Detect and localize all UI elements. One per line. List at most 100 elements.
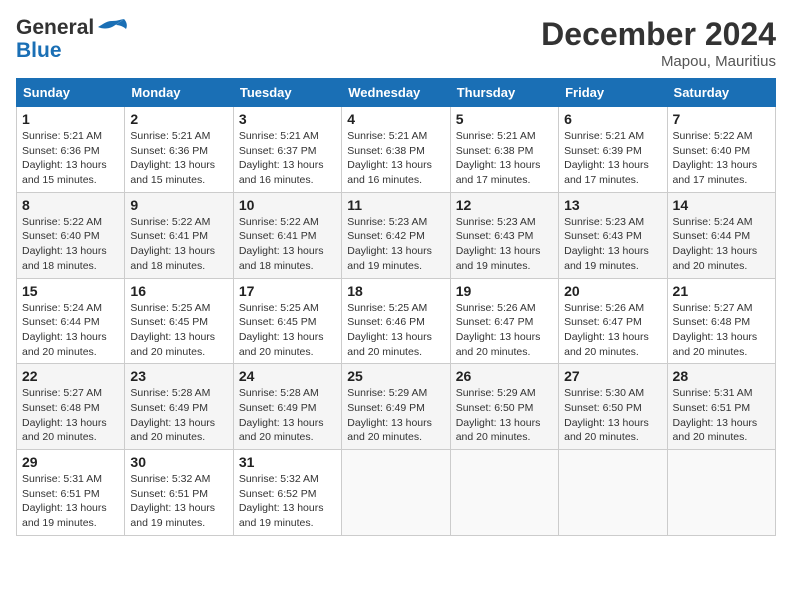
calendar-cell	[559, 450, 667, 536]
day-number: 18	[347, 283, 444, 299]
day-number: 13	[564, 197, 661, 213]
calendar-cell: 5 Sunrise: 5:21 AMSunset: 6:38 PMDaylight…	[450, 107, 558, 193]
calendar-cell: 13 Sunrise: 5:23 AMSunset: 6:43 PMDayligh…	[559, 192, 667, 278]
day-number: 20	[564, 283, 661, 299]
weekday-header-tuesday: Tuesday	[233, 79, 341, 107]
location: Mapou, Mauritius	[541, 53, 776, 70]
cell-details: Sunrise: 5:26 AMSunset: 6:47 PMDaylight:…	[456, 301, 553, 360]
cell-details: Sunrise: 5:22 AMSunset: 6:41 PMDaylight:…	[239, 215, 336, 274]
calendar-cell: 17Sunrise: 5:25 AMSunset: 6:45 PMDayligh…	[233, 278, 341, 364]
cell-details: Sunrise: 5:32 AMSunset: 6:51 PMDaylight:…	[130, 472, 227, 531]
calendar-cell: 15 Sunrise: 5:24 AMSunset: 6:44 PMDayligh…	[17, 278, 125, 364]
cell-details: Sunrise: 5:32 AMSunset: 6:52 PMDaylight:…	[239, 472, 336, 531]
weekday-header-friday: Friday	[559, 79, 667, 107]
day-number: 21	[673, 283, 770, 299]
calendar-cell: 23 Sunrise: 5:28 AMSunset: 6:49 PMDayligh…	[125, 364, 233, 450]
calendar-cell: 22 Sunrise: 5:27 AMSunset: 6:48 PMDayligh…	[17, 364, 125, 450]
day-number: 1	[22, 111, 119, 127]
calendar-cell: 29 Sunrise: 5:31 AMSunset: 6:51 PMDayligh…	[17, 450, 125, 536]
cell-details: Sunrise: 5:21 AMSunset: 6:36 PMDaylight:…	[130, 129, 227, 188]
day-number: 10	[239, 197, 336, 213]
calendar-cell: 28 Sunrise: 5:31 AMSunset: 6:51 PMDayligh…	[667, 364, 775, 450]
cell-details: Sunrise: 5:28 AMSunset: 6:49 PMDaylight:…	[239, 386, 336, 445]
calendar-cell: 10 Sunrise: 5:22 AMSunset: 6:41 PMDayligh…	[233, 192, 341, 278]
cell-details: Sunrise: 5:23 AMSunset: 6:42 PMDaylight:…	[347, 215, 444, 274]
cell-details: Sunrise: 5:31 AMSunset: 6:51 PMDaylight:…	[22, 472, 119, 531]
calendar-cell: 2 Sunrise: 5:21 AMSunset: 6:36 PMDaylight…	[125, 107, 233, 193]
cell-details: Sunrise: 5:28 AMSunset: 6:49 PMDaylight:…	[130, 386, 227, 445]
logo-bird-icon	[96, 17, 128, 39]
cell-details: Sunrise: 5:25 AMSunset: 6:46 PMDaylight:…	[347, 301, 444, 360]
cell-details: Sunrise: 5:24 AMSunset: 6:44 PMDaylight:…	[673, 215, 770, 274]
calendar-cell: 14 Sunrise: 5:24 AMSunset: 6:44 PMDayligh…	[667, 192, 775, 278]
calendar-cell: 11 Sunrise: 5:23 AMSunset: 6:42 PMDayligh…	[342, 192, 450, 278]
day-number: 27	[564, 368, 661, 384]
logo-blue: Blue	[16, 39, 128, 62]
month-title: December 2024	[541, 16, 776, 53]
cell-details: Sunrise: 5:21 AMSunset: 6:38 PMDaylight:…	[456, 129, 553, 188]
day-number: 4	[347, 111, 444, 127]
day-number: 19	[456, 283, 553, 299]
day-number: 24	[239, 368, 336, 384]
weekday-header-wednesday: Wednesday	[342, 79, 450, 107]
cell-details: Sunrise: 5:22 AMSunset: 6:41 PMDaylight:…	[130, 215, 227, 274]
weekday-header-sunday: Sunday	[17, 79, 125, 107]
cell-details: Sunrise: 5:21 AMSunset: 6:37 PMDaylight:…	[239, 129, 336, 188]
day-number: 8	[22, 197, 119, 213]
day-number: 15	[22, 283, 119, 299]
day-number: 11	[347, 197, 444, 213]
cell-details: Sunrise: 5:31 AMSunset: 6:51 PMDaylight:…	[673, 386, 770, 445]
cell-details: Sunrise: 5:25 AMSunset: 6:45 PMDaylight:…	[130, 301, 227, 360]
day-number: 28	[673, 368, 770, 384]
calendar-cell: 20 Sunrise: 5:26 AMSunset: 6:47 PMDayligh…	[559, 278, 667, 364]
day-number: 14	[673, 197, 770, 213]
day-number: 31	[239, 454, 336, 470]
cell-details: Sunrise: 5:22 AMSunset: 6:40 PMDaylight:…	[22, 215, 119, 274]
weekday-header-saturday: Saturday	[667, 79, 775, 107]
calendar-cell: 27 Sunrise: 5:30 AMSunset: 6:50 PMDayligh…	[559, 364, 667, 450]
cell-details: Sunrise: 5:29 AMSunset: 6:50 PMDaylight:…	[456, 386, 553, 445]
cell-details: Sunrise: 5:22 AMSunset: 6:40 PMDaylight:…	[673, 129, 770, 188]
calendar-cell: 12Sunrise: 5:23 AMSunset: 6:43 PMDayligh…	[450, 192, 558, 278]
cell-details: Sunrise: 5:25 AMSunset: 6:45 PMDaylight:…	[239, 301, 336, 360]
calendar-cell: 25Sunrise: 5:29 AMSunset: 6:49 PMDayligh…	[342, 364, 450, 450]
logo-text: General Blue	[16, 16, 128, 62]
calendar-cell: 19 Sunrise: 5:26 AMSunset: 6:47 PMDayligh…	[450, 278, 558, 364]
day-number: 22	[22, 368, 119, 384]
cell-details: Sunrise: 5:23 AMSunset: 6:43 PMDaylight:…	[564, 215, 661, 274]
cell-details: Sunrise: 5:21 AMSunset: 6:36 PMDaylight:…	[22, 129, 119, 188]
day-number: 2	[130, 111, 227, 127]
logo: General Blue	[16, 16, 128, 62]
calendar-cell	[450, 450, 558, 536]
calendar-cell: 9 Sunrise: 5:22 AMSunset: 6:41 PMDaylight…	[125, 192, 233, 278]
calendar-cell: 16 Sunrise: 5:25 AMSunset: 6:45 PMDayligh…	[125, 278, 233, 364]
weekday-header-monday: Monday	[125, 79, 233, 107]
calendar-cell	[342, 450, 450, 536]
day-number: 29	[22, 454, 119, 470]
day-number: 5	[456, 111, 553, 127]
cell-details: Sunrise: 5:26 AMSunset: 6:47 PMDaylight:…	[564, 301, 661, 360]
logo-general: General	[16, 16, 94, 39]
calendar-cell: 30 Sunrise: 5:32 AMSunset: 6:51 PMDayligh…	[125, 450, 233, 536]
cell-details: Sunrise: 5:23 AMSunset: 6:43 PMDaylight:…	[456, 215, 553, 274]
day-number: 26	[456, 368, 553, 384]
title-area: December 2024 Mapou, Mauritius	[541, 16, 776, 70]
calendar-cell: 26 Sunrise: 5:29 AMSunset: 6:50 PMDayligh…	[450, 364, 558, 450]
cell-details: Sunrise: 5:27 AMSunset: 6:48 PMDaylight:…	[22, 386, 119, 445]
cell-details: Sunrise: 5:29 AMSunset: 6:49 PMDaylight:…	[347, 386, 444, 445]
calendar-cell: 4Sunrise: 5:21 AMSunset: 6:38 PMDaylight…	[342, 107, 450, 193]
day-number: 23	[130, 368, 227, 384]
calendar-cell: 6Sunrise: 5:21 AMSunset: 6:39 PMDaylight…	[559, 107, 667, 193]
day-number: 16	[130, 283, 227, 299]
calendar-cell: 24 Sunrise: 5:28 AMSunset: 6:49 PMDayligh…	[233, 364, 341, 450]
calendar-cell: 8 Sunrise: 5:22 AMSunset: 6:40 PMDaylight…	[17, 192, 125, 278]
calendar-cell: 3 Sunrise: 5:21 AMSunset: 6:37 PMDaylight…	[233, 107, 341, 193]
cell-details: Sunrise: 5:30 AMSunset: 6:50 PMDaylight:…	[564, 386, 661, 445]
day-number: 6	[564, 111, 661, 127]
day-number: 7	[673, 111, 770, 127]
day-number: 30	[130, 454, 227, 470]
calendar-cell: 31 Sunrise: 5:32 AMSunset: 6:52 PMDayligh…	[233, 450, 341, 536]
day-number: 3	[239, 111, 336, 127]
cell-details: Sunrise: 5:24 AMSunset: 6:44 PMDaylight:…	[22, 301, 119, 360]
day-number: 9	[130, 197, 227, 213]
